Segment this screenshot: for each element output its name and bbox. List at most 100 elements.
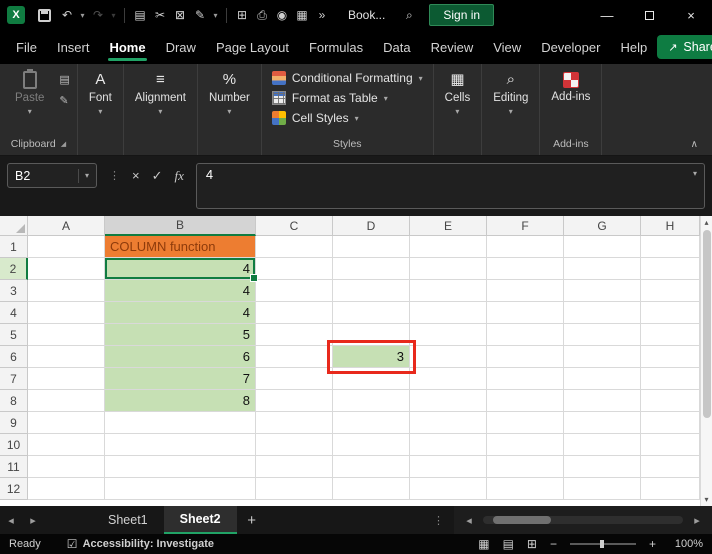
tab-help[interactable]: Help xyxy=(610,31,657,64)
cell-G3[interactable] xyxy=(564,280,641,302)
cell-E7[interactable] xyxy=(410,368,487,390)
cell-H4[interactable] xyxy=(641,302,700,324)
tab-page-layout[interactable]: Page Layout xyxy=(206,31,299,64)
cell-A12[interactable] xyxy=(28,478,105,500)
share-button[interactable]: ↗ Share ▾ xyxy=(657,35,712,59)
cell-F9[interactable] xyxy=(487,412,564,434)
camera-icon[interactable]: ◉ xyxy=(272,8,292,22)
page-layout-view-icon[interactable]: ▤ xyxy=(503,537,514,551)
cell-B12[interactable] xyxy=(105,478,256,500)
cell-D10[interactable] xyxy=(333,434,410,456)
cell-G11[interactable] xyxy=(564,456,641,478)
zoom-slider[interactable] xyxy=(570,543,636,545)
cell-C9[interactable] xyxy=(256,412,333,434)
sheet-tab-sheet1[interactable]: Sheet1 xyxy=(92,506,164,534)
cell-C11[interactable] xyxy=(256,456,333,478)
new-sheet-button[interactable]: + xyxy=(237,512,267,529)
cell-F3[interactable] xyxy=(487,280,564,302)
tab-data[interactable]: Data xyxy=(373,31,420,64)
row-header-4[interactable]: 4 xyxy=(0,302,28,324)
cell-A6[interactable] xyxy=(28,346,105,368)
cell-F6[interactable] xyxy=(487,346,564,368)
cell-H3[interactable] xyxy=(641,280,700,302)
zoom-out-icon[interactable]: − xyxy=(550,537,557,551)
cell-F8[interactable] xyxy=(487,390,564,412)
cells-group-button[interactable]: ▦ Cells ▾ xyxy=(441,68,475,116)
cut-icon[interactable]: ✂ xyxy=(150,8,170,22)
table-icon[interactable]: ▦ xyxy=(292,8,312,22)
font-group-button[interactable]: A Font ▾ xyxy=(85,68,116,116)
alignment-group-button[interactable]: ≡ Alignment ▾ xyxy=(131,68,190,116)
cell-F2[interactable] xyxy=(487,258,564,280)
cell-F10[interactable] xyxy=(487,434,564,456)
cell-G5[interactable] xyxy=(564,324,641,346)
cell-styles-button[interactable]: Cell Styles ▾ xyxy=(269,108,426,128)
column-header-E[interactable]: E xyxy=(410,216,487,236)
row-header-1[interactable]: 1 xyxy=(0,236,28,258)
name-box[interactable]: B2 ▾ xyxy=(7,163,97,188)
sheet-nav-right-icon[interactable]: ▸ xyxy=(22,514,44,527)
cell-A2[interactable] xyxy=(28,258,105,280)
cell-H10[interactable] xyxy=(641,434,700,456)
enter-icon[interactable]: ✓ xyxy=(152,168,163,184)
cell-G4[interactable] xyxy=(564,302,641,324)
row-header-7[interactable]: 7 xyxy=(0,368,28,390)
cell-H8[interactable] xyxy=(641,390,700,412)
cell-G9[interactable] xyxy=(564,412,641,434)
column-header-C[interactable]: C xyxy=(256,216,333,236)
cell-D2[interactable] xyxy=(333,258,410,280)
tab-formulas[interactable]: Formulas xyxy=(299,31,373,64)
cell-E4[interactable] xyxy=(410,302,487,324)
zoom-slider-thumb[interactable] xyxy=(600,540,604,548)
cell-D8[interactable] xyxy=(333,390,410,412)
cell-C3[interactable] xyxy=(256,280,333,302)
sign-in-button[interactable]: Sign in xyxy=(429,4,494,26)
cell-E11[interactable] xyxy=(410,456,487,478)
sheet-tab-sheet2[interactable]: Sheet2 xyxy=(164,506,237,534)
cell-C1[interactable] xyxy=(256,236,333,258)
cell-D9[interactable] xyxy=(333,412,410,434)
status-mode[interactable]: Ready xyxy=(9,538,41,550)
cell-B8[interactable]: 8 xyxy=(105,390,256,412)
maximize-button[interactable] xyxy=(628,0,670,30)
cell-C7[interactable] xyxy=(256,368,333,390)
overflow-icon[interactable]: » xyxy=(312,8,332,22)
cell-G6[interactable] xyxy=(564,346,641,368)
scroll-down-icon[interactable]: ▾ xyxy=(704,495,708,504)
cell-G10[interactable] xyxy=(564,434,641,456)
clipboard-icon[interactable]: ▤ xyxy=(130,8,150,22)
cell-C4[interactable] xyxy=(256,302,333,324)
cell-A3[interactable] xyxy=(28,280,105,302)
cell-A11[interactable] xyxy=(28,456,105,478)
tab-developer[interactable]: Developer xyxy=(531,31,610,64)
name-box-chevron-icon[interactable]: ▾ xyxy=(78,169,89,183)
row-header-12[interactable]: 12 xyxy=(0,478,28,500)
clipboard-icon[interactable]: ▤ xyxy=(59,73,69,86)
cell-A1[interactable] xyxy=(28,236,105,258)
normal-view-icon[interactable]: ▦ xyxy=(478,537,489,551)
search-icon[interactable]: ⌕ xyxy=(399,8,419,23)
cell-E3[interactable] xyxy=(410,280,487,302)
sheet-nav-left-icon[interactable]: ◂ xyxy=(0,514,22,527)
number-group-button[interactable]: % Number ▾ xyxy=(205,68,254,116)
formula-bar-expand-icon[interactable]: ▾ xyxy=(693,169,697,178)
accessibility-status[interactable]: ☑ Accessibility: Investigate xyxy=(67,537,214,551)
cell-A10[interactable] xyxy=(28,434,105,456)
cell-A9[interactable] xyxy=(28,412,105,434)
tab-view[interactable]: View xyxy=(483,31,531,64)
new-file-icon[interactable]: ⊞ xyxy=(232,8,252,22)
cell-B3[interactable]: 4 xyxy=(105,280,256,302)
row-header-10[interactable]: 10 xyxy=(0,434,28,456)
conditional-formatting-button[interactable]: Conditional Formatting ▾ xyxy=(269,68,426,88)
cell-E5[interactable] xyxy=(410,324,487,346)
cell-E12[interactable] xyxy=(410,478,487,500)
column-header-F[interactable]: F xyxy=(487,216,564,236)
tab-review[interactable]: Review xyxy=(421,31,484,64)
cell-G2[interactable] xyxy=(564,258,641,280)
cell-B4[interactable]: 4 xyxy=(105,302,256,324)
cell-D12[interactable] xyxy=(333,478,410,500)
select-all-corner[interactable] xyxy=(0,216,28,236)
cell-A5[interactable] xyxy=(28,324,105,346)
cell-B10[interactable] xyxy=(105,434,256,456)
hscroll-thumb[interactable] xyxy=(493,516,551,524)
